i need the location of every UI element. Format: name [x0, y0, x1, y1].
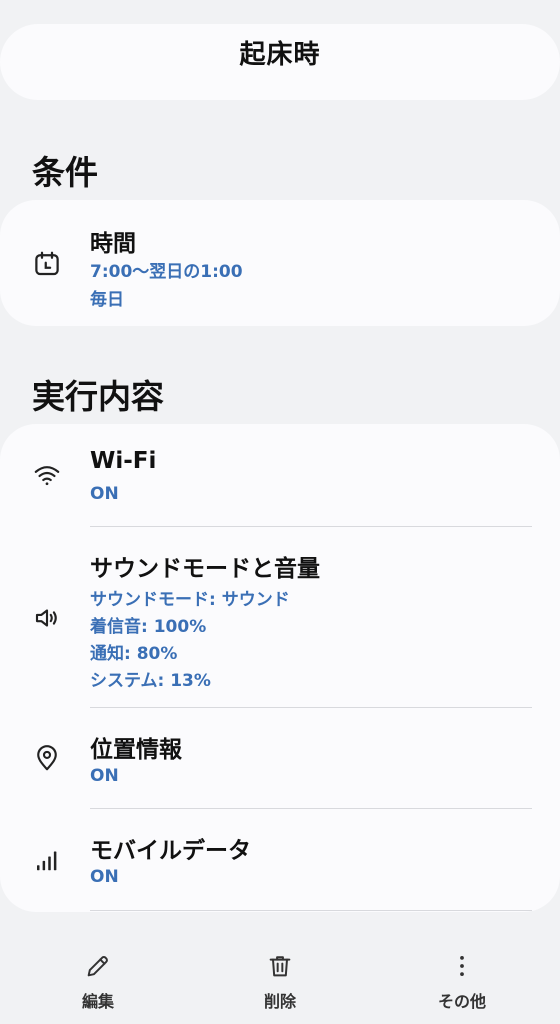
page-title: 起床時	[239, 40, 321, 70]
action-location-row[interactable]: 位置情報 ON	[0, 708, 560, 808]
action-sound-label: サウンドモードと音量	[90, 556, 320, 582]
condition-time-repeat: 毎日	[90, 290, 124, 310]
pencil-icon	[87, 956, 108, 977]
location-pin-icon	[30, 741, 64, 775]
divider	[90, 910, 532, 911]
action-system-volume: システム: 13%	[90, 671, 211, 691]
action-sound-mode: サウンドモード: サウンド	[90, 590, 290, 610]
delete-label: 削除	[263, 992, 296, 1011]
delete-button[interactable]: 削除	[220, 952, 340, 1016]
routine-detail-screen: 起床時 条件 時間 7:00〜翌日の1:00 毎日 実行内容 Wi-Fi ON …	[0, 0, 560, 1024]
speaker-icon	[30, 601, 64, 635]
title-bar: 起床時	[0, 24, 560, 100]
more-vertical-icon	[460, 955, 464, 977]
action-wifi-row[interactable]: Wi-Fi ON	[0, 424, 560, 526]
action-mobile-data-label: モバイルデータ	[90, 838, 251, 864]
calendar-clock-icon	[30, 247, 64, 281]
condition-time-label: 時間	[90, 231, 136, 257]
actions-card: Wi-Fi ON サウンドモードと音量 サウンドモード: サウンド 着信音: 1…	[0, 424, 560, 912]
action-mobile-data-row[interactable]: モバイルデータ ON	[0, 809, 560, 911]
more-label: その他	[437, 992, 486, 1011]
actions-heading: 実行内容	[32, 377, 164, 416]
action-location-value: ON	[90, 766, 119, 786]
action-wifi-label: Wi-Fi	[90, 448, 157, 474]
condition-time-row[interactable]: 時間 7:00〜翌日の1:00 毎日	[0, 200, 560, 326]
edit-button[interactable]: 編集	[38, 952, 158, 1016]
trash-icon	[269, 956, 291, 977]
action-location-label: 位置情報	[90, 737, 182, 763]
conditions-heading: 条件	[32, 153, 98, 192]
action-sound-row[interactable]: サウンドモードと音量 サウンドモード: サウンド 着信音: 100% 通知: 8…	[0, 527, 560, 707]
more-button[interactable]: その他	[402, 952, 522, 1016]
action-mobile-data-value: ON	[90, 867, 119, 887]
action-wifi-value: ON	[90, 484, 119, 504]
conditions-card: 時間 7:00〜翌日の1:00 毎日	[0, 200, 560, 326]
edit-label: 編集	[81, 992, 114, 1011]
wifi-icon	[30, 458, 64, 492]
action-ringtone-volume: 着信音: 100%	[90, 617, 207, 637]
signal-bars-icon	[30, 842, 64, 876]
condition-time-range: 7:00〜翌日の1:00	[90, 262, 243, 282]
bottom-toolbar: 編集 削除 その他	[0, 940, 560, 1024]
action-notification-volume: 通知: 80%	[90, 644, 178, 664]
